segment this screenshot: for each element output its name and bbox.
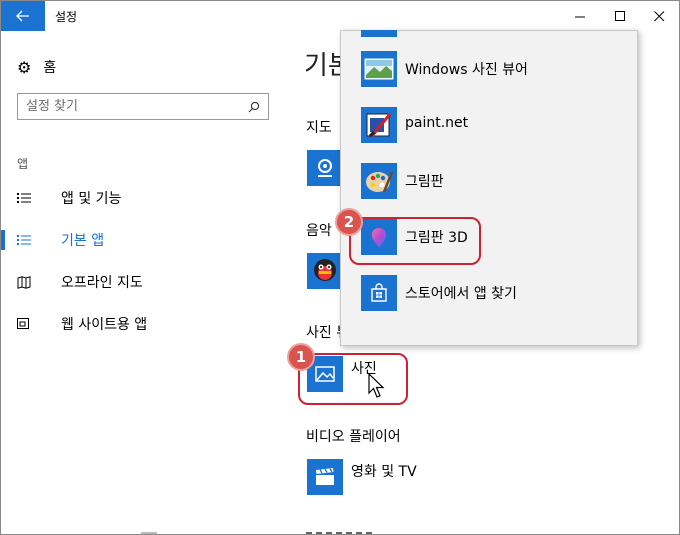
paint-net-icon [361, 107, 397, 143]
video-app-tile[interactable] [307, 459, 343, 495]
sidebar-item-label: 오프라인 지도 [61, 275, 143, 291]
search-input[interactable] [26, 99, 248, 114]
paint-palette-icon [361, 163, 397, 199]
popup-item-paint[interactable]: 그림판 [341, 153, 637, 209]
search-icon[interactable] [248, 101, 260, 113]
back-arrow-icon [16, 10, 29, 22]
settings-window: 설정 ⚙ 홈 앱 앱 및 기능 기본 앱 오프라인 지 [0, 0, 680, 535]
music-player-icon [314, 259, 336, 281]
gear-icon: ⚙ [17, 57, 32, 77]
popup-item-label: Windows 사진 뷰어 [405, 62, 528, 78]
popup-item-paint-net[interactable]: paint.net [341, 97, 637, 153]
step-badge-1: 1 [287, 343, 315, 371]
step-badge-2: 2 [335, 208, 363, 236]
search-box[interactable] [17, 93, 269, 120]
cut-off-heading [306, 529, 376, 534]
app-chooser-popup: Windows 사진 뷰어 paint.net 그림판 그림판 3D 스토어에서 [340, 30, 638, 346]
back-button[interactable] [1, 1, 45, 31]
store-icon [361, 275, 397, 311]
web-app-icon [17, 318, 39, 330]
maximize-icon [614, 10, 625, 21]
clapperboard-icon [316, 468, 334, 485]
map-app-tile[interactable] [307, 150, 343, 186]
window-title: 설정 [55, 10, 78, 24]
video-app-name[interactable]: 영화 및 TV [351, 461, 417, 481]
windows-photo-viewer-icon [361, 51, 397, 87]
close-button[interactable] [637, 1, 679, 31]
sidebar-item-label: 앱 및 기능 [61, 191, 122, 207]
popup-item-label: 그림판 [405, 174, 444, 190]
sidebar-item-offline-maps[interactable]: 오프라인 지도 [1, 267, 281, 297]
popup-item-label: paint.net [405, 115, 469, 131]
sidebar-section-label: 앱 [17, 157, 29, 171]
music-app-tile[interactable] [307, 253, 343, 289]
popup-item-windows-photo-viewer[interactable]: Windows 사진 뷰어 [341, 41, 637, 97]
sidebar-item-apps-features[interactable]: 앱 및 기능 [1, 183, 281, 213]
callout-box-paint-3d [349, 217, 481, 265]
sidebar-home[interactable]: ⚙ 홈 [17, 57, 56, 77]
map-icon [17, 275, 39, 289]
sidebar-item-label: 웹 사이트용 앱 [61, 317, 148, 333]
popup-item-store[interactable]: 스토어에서 앱 찾기 [341, 265, 637, 321]
sidebar-item-web-apps[interactable]: 웹 사이트용 앱 [1, 309, 281, 339]
minimize-button[interactable] [558, 1, 602, 31]
popup-item-label: 스토어에서 앱 찾기 [405, 286, 517, 302]
home-label: 홈 [43, 60, 57, 76]
sidebar-item-label: 기본 앱 [61, 233, 105, 249]
section-heading-music: 음악 [306, 223, 332, 239]
scrolled-item-icon [361, 30, 397, 37]
section-heading-map: 지도 [306, 120, 332, 136]
section-heading-video-player: 비디오 플레이어 [306, 429, 401, 445]
title-bar: 설정 [1, 1, 679, 31]
default-apps-icon [17, 234, 39, 246]
maximize-button[interactable] [598, 1, 642, 31]
callout-box-photo [298, 353, 408, 405]
minimize-icon [574, 16, 585, 17]
sidebar-item-default-apps[interactable]: 기본 앱 [1, 225, 281, 255]
map-pin-icon [318, 159, 332, 177]
list-icon [17, 192, 39, 204]
close-icon [653, 10, 664, 21]
